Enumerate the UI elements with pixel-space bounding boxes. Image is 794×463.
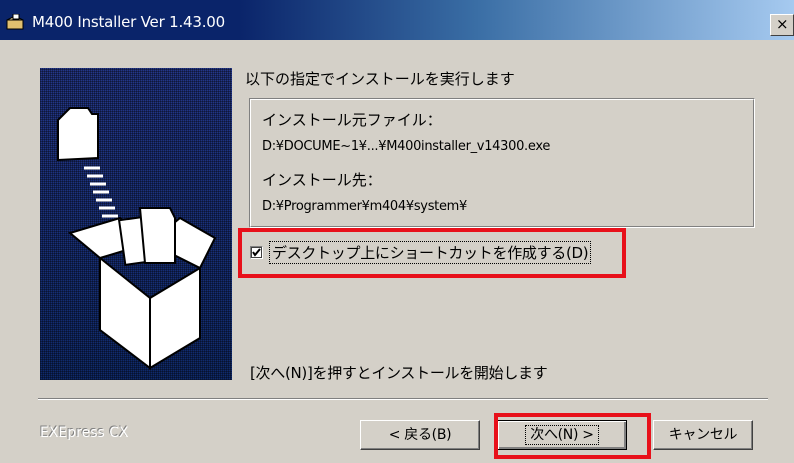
- source-file-value: D:¥DOCUME~1¥...¥M400installer_v14300.exe: [262, 139, 551, 154]
- title-bar[interactable]: M400 Installer Ver 1.43.00 ×: [0, 0, 794, 40]
- destination-label: インストール先：: [262, 171, 382, 189]
- source-file-label: インストール元ファイル：: [262, 111, 442, 129]
- back-button[interactable]: < 戻る(B): [360, 420, 480, 450]
- installer-side-image: [40, 68, 232, 380]
- installer-window: M400 Installer Ver 1.43.00 × 以下の指定でインストー…: [0, 0, 794, 463]
- back-button-label: < 戻る(B): [388, 427, 452, 443]
- install-info-group: インストール元ファイル： D:¥DOCUME~1¥...¥M400install…: [249, 98, 755, 228]
- folder-icon: [57, 107, 99, 162]
- cancel-button[interactable]: キャンセル: [653, 420, 753, 450]
- footer-separator: [38, 398, 768, 400]
- installer-app-icon: [6, 13, 26, 30]
- close-button[interactable]: ×: [770, 14, 794, 36]
- highlight-box-next: [494, 413, 651, 459]
- install-start-hint: [次へ(N)]を押すとインストールを開始します: [250, 364, 548, 382]
- open-box-icon: [67, 207, 217, 371]
- close-icon: ×: [776, 15, 789, 33]
- stream-lines: [84, 166, 118, 218]
- install-heading: 以下の指定でインストールを実行します: [245, 70, 515, 88]
- window-title: M400 Installer Ver 1.43.00: [32, 13, 225, 31]
- destination-value: D:¥Programmer¥m404¥system¥: [262, 199, 468, 214]
- cancel-button-label: キャンセル: [668, 427, 738, 443]
- highlight-box-checkbox: [238, 228, 626, 278]
- brand-label: EXEpress CX: [40, 425, 129, 441]
